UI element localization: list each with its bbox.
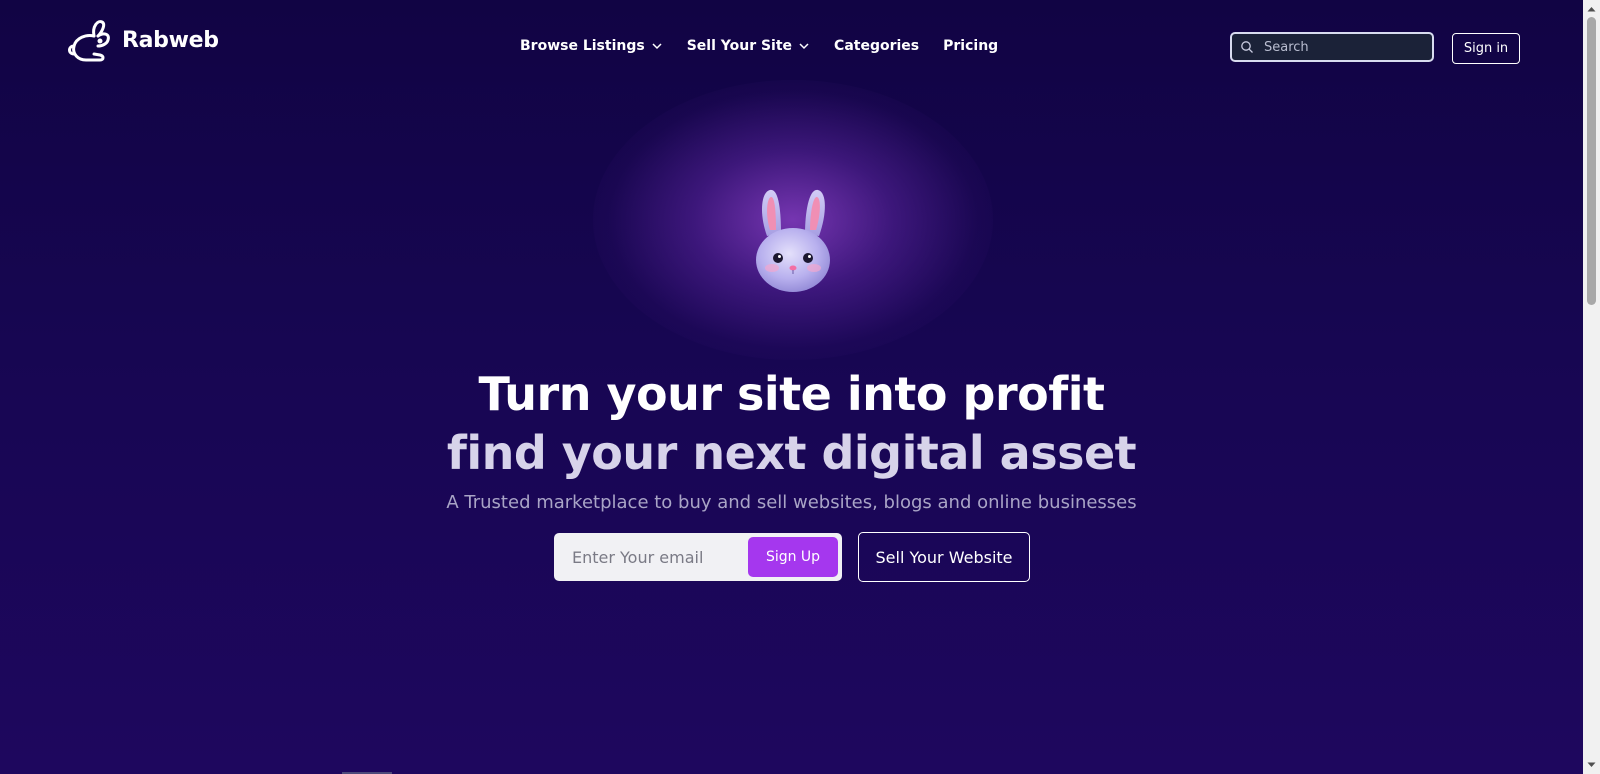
scroll-down-arrow-icon[interactable] xyxy=(1583,758,1600,772)
nav-categories[interactable]: Categories xyxy=(834,38,919,54)
nav-browse-listings-label: Browse Listings xyxy=(520,38,645,54)
nav-sell-your-site-label: Sell Your Site xyxy=(686,38,793,54)
nav-browse-listings[interactable]: Browse Listings xyxy=(520,38,663,54)
brand-logo[interactable]: Rabweb xyxy=(64,16,219,64)
sign-in-button[interactable]: Sign in xyxy=(1452,33,1520,64)
page: Rabweb Browse Listings Sell Your Site Ca… xyxy=(0,0,1583,774)
hero-cta-row: Sign Up Sell Your Website xyxy=(554,532,1030,582)
scroll-up-arrow-icon[interactable] xyxy=(1583,2,1600,16)
main-nav: Browse Listings Sell Your Site Categorie… xyxy=(520,38,998,54)
email-input[interactable] xyxy=(570,546,744,568)
nav-sell-your-site[interactable]: Sell Your Site xyxy=(687,38,810,54)
hero-subtitle: A Trusted marketplace to buy and sell we… xyxy=(446,492,1137,513)
search-input[interactable] xyxy=(1262,38,1426,56)
rabbit-logo-icon xyxy=(68,20,110,62)
nav-pricing-label: Pricing xyxy=(943,38,999,54)
sign-up-button[interactable]: Sign Up xyxy=(748,537,838,577)
search-icon xyxy=(1241,41,1253,53)
hero-headline: Turn your site into profit find your nex… xyxy=(0,365,1583,483)
nav-pricing[interactable]: Pricing xyxy=(943,38,998,54)
search-box[interactable] xyxy=(1230,32,1434,62)
bunny-face-icon xyxy=(756,189,830,292)
vertical-scrollbar[interactable] xyxy=(1583,0,1600,774)
sell-your-website-button[interactable]: Sell Your Website xyxy=(858,532,1030,582)
chevron-down-icon xyxy=(652,43,662,50)
hero-headline-line2: find your next digital asset xyxy=(446,425,1137,480)
scrollbar-thumb[interactable] xyxy=(1587,17,1596,305)
chevron-down-icon xyxy=(799,43,809,50)
email-signup-form: Sign Up xyxy=(554,533,842,581)
hero-headline-line1: Turn your site into profit xyxy=(478,366,1105,421)
nav-categories-label: Categories xyxy=(834,38,920,54)
brand-name: Rabweb xyxy=(122,27,219,53)
